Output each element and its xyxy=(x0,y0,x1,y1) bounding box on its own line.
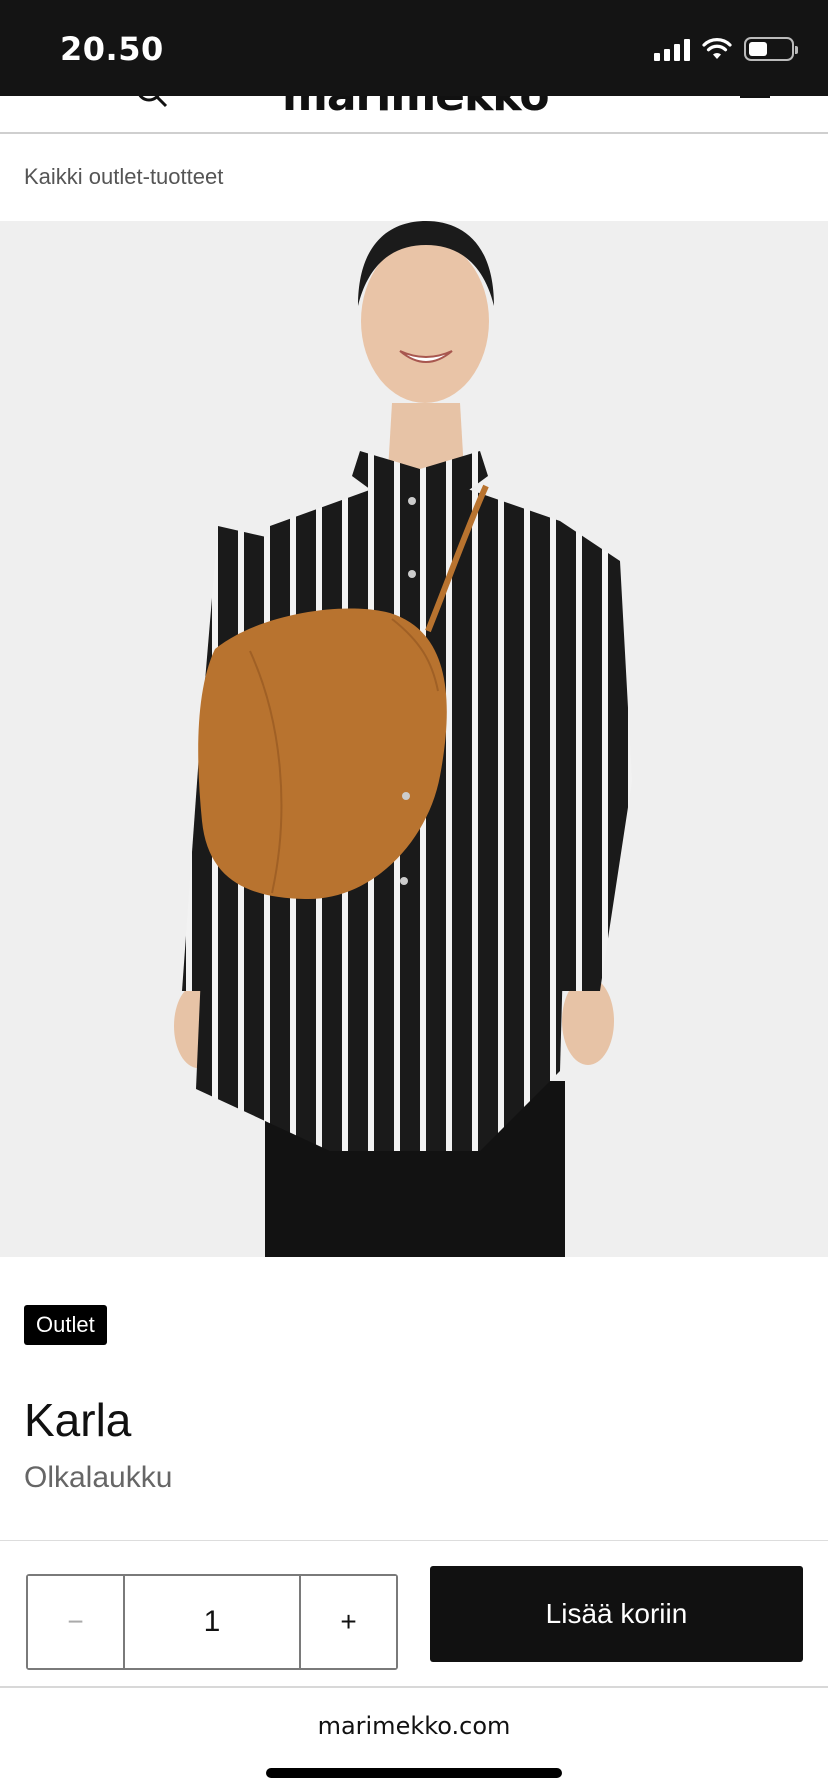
url-text[interactable]: marimekko.com xyxy=(0,1712,828,1740)
quantity-stepper: − 1 + xyxy=(26,1574,398,1670)
status-bar: 20.50 xyxy=(0,0,828,96)
status-time: 20.50 xyxy=(60,30,164,68)
wifi-icon xyxy=(702,38,732,59)
home-indicator[interactable] xyxy=(266,1768,562,1778)
battery-icon xyxy=(744,37,798,61)
quantity-input[interactable]: 1 xyxy=(125,1576,299,1668)
product-name: Karla xyxy=(24,1394,132,1446)
product-type: Olkalaukku xyxy=(24,1461,173,1494)
add-to-cart-bar: − 1 + Lisää koriin xyxy=(0,1540,828,1688)
product-image[interactable] xyxy=(0,221,828,1257)
decrease-quantity-button[interactable]: − xyxy=(28,1576,125,1668)
increase-quantity-button[interactable]: + xyxy=(299,1576,396,1668)
breadcrumb-all-outlet[interactable]: Kaikki outlet-tuotteet xyxy=(24,164,223,190)
cellular-signal-icon xyxy=(654,37,690,61)
shopping-bag-icon[interactable] xyxy=(740,96,770,98)
add-to-cart-button[interactable]: Lisää koriin xyxy=(430,1566,803,1662)
outlet-badge: Outlet xyxy=(24,1305,107,1345)
search-icon[interactable] xyxy=(134,96,170,110)
browser-url-bar: marimekko.com xyxy=(0,1688,828,1792)
marimekko-logo[interactable]: marimekko xyxy=(282,96,550,121)
status-icons xyxy=(654,34,798,64)
site-header: marimekko xyxy=(0,96,828,134)
